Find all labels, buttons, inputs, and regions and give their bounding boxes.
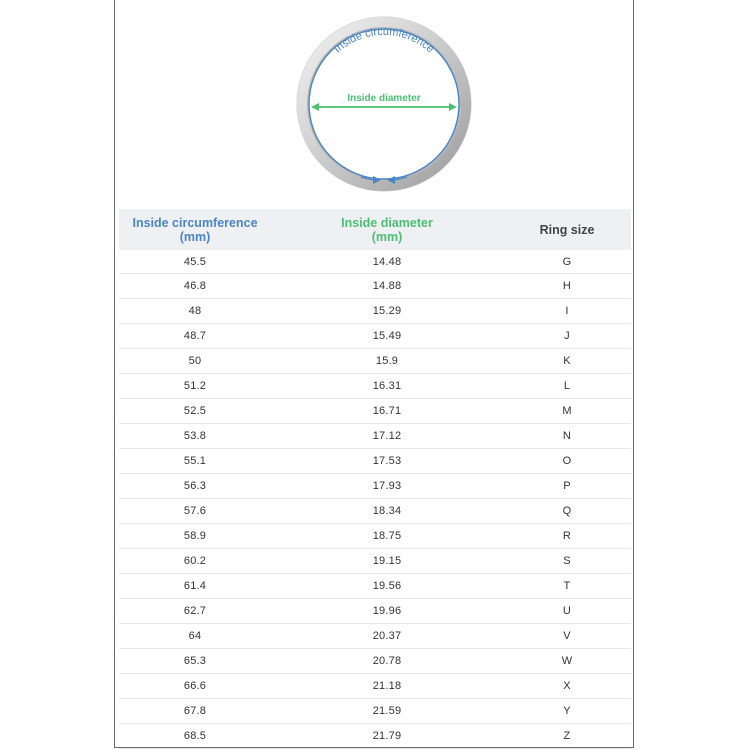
table-row: 64 20.37 V	[119, 623, 631, 649]
cell-ring-size: P	[503, 473, 631, 499]
ring-size-chart: Inside diameter Inside circumference Ins…	[114, 0, 635, 749]
table-row: 67.8 21.59 Y	[119, 698, 631, 724]
header-row: Inside circumference (mm) Inside diamete…	[119, 209, 631, 250]
header-ring-size: Ring size	[503, 209, 631, 250]
header-circumference: Inside circumference (mm)	[119, 209, 271, 250]
table-row: 46.8 14.88 H	[119, 273, 631, 299]
table-body: 45.5 14.48 G 46.8 14.88 H 48 15.29 I 48.7 15.49 J 50…	[119, 250, 631, 749]
table-row: 50 15.9 K	[119, 348, 631, 374]
cell-ring-size: Y	[503, 698, 631, 724]
cell-diameter: 18.75	[271, 523, 503, 549]
cell-circumference: 51.2	[119, 373, 271, 399]
ring-size-table: Inside circumference (mm) Inside diamete…	[119, 209, 631, 749]
cell-circumference: 48.7	[119, 323, 271, 349]
cell-diameter: 15.9	[271, 348, 503, 374]
table-row: 48.7 15.49 J	[119, 323, 631, 349]
cell-diameter: 20.37	[271, 623, 503, 649]
cell-diameter: 14.88	[271, 273, 503, 299]
table-row: 48 15.29 I	[119, 298, 631, 324]
cell-diameter: 16.71	[271, 398, 503, 424]
table-row: 62.7 19.96 U	[119, 598, 631, 624]
cell-ring-size: G	[503, 250, 631, 274]
cell-ring-size: R	[503, 523, 631, 549]
cell-circumference: 65.3	[119, 648, 271, 674]
cell-diameter: 21.18	[271, 673, 503, 699]
header-diameter-line2: (mm)	[371, 229, 403, 244]
cell-ring-size: T	[503, 573, 631, 599]
cell-diameter: 17.53	[271, 448, 503, 474]
cell-diameter: 21.79	[271, 723, 503, 749]
cell-ring-size: W	[503, 648, 631, 674]
cell-diameter: 20.78	[271, 648, 503, 674]
cell-ring-size: O	[503, 448, 631, 474]
inside-circumference-circle	[308, 28, 460, 180]
cell-circumference: 53.8	[119, 423, 271, 449]
table-header: Inside circumference (mm) Inside diamete…	[119, 209, 631, 250]
cell-circumference: 64	[119, 623, 271, 649]
cell-ring-size: I	[503, 298, 631, 324]
cell-ring-size: S	[503, 548, 631, 574]
table-row: 56.3 17.93 P	[119, 473, 631, 499]
cell-circumference: 66.6	[119, 673, 271, 699]
table-row: 66.6 21.18 X	[119, 673, 631, 699]
cell-ring-size: H	[503, 273, 631, 299]
ring-band	[297, 17, 471, 191]
header-circumference-line2: (mm)	[179, 229, 211, 244]
ring-size-table-container: Inside circumference (mm) Inside diamete…	[119, 209, 631, 749]
table-row: 51.2 16.31 L	[119, 373, 631, 399]
cell-diameter: 17.93	[271, 473, 503, 499]
cell-circumference: 58.9	[119, 523, 271, 549]
cell-circumference: 67.8	[119, 698, 271, 724]
cell-circumference: 55.1	[119, 448, 271, 474]
cell-diameter: 18.34	[271, 498, 503, 524]
cell-diameter: 15.29	[271, 298, 503, 324]
cell-circumference: 56.3	[119, 473, 271, 499]
table-row: 65.3 20.78 W	[119, 648, 631, 674]
cell-ring-size: U	[503, 598, 631, 624]
cell-circumference: 46.8	[119, 273, 271, 299]
cell-ring-size: X	[503, 673, 631, 699]
cell-ring-size: N	[503, 423, 631, 449]
cell-circumference: 61.4	[119, 573, 271, 599]
cell-ring-size: M	[503, 398, 631, 424]
table-row: 55.1 17.53 O	[119, 448, 631, 474]
cell-circumference: 62.7	[119, 598, 271, 624]
cell-ring-size: K	[503, 348, 631, 374]
cell-circumference: 48	[119, 298, 271, 324]
cell-ring-size: Z	[503, 723, 631, 749]
table-row: 68.5 21.79 Z	[119, 723, 631, 749]
table-row: 45.5 14.48 G	[119, 250, 631, 274]
cell-ring-size: V	[503, 623, 631, 649]
header-diameter-line1: Inside diameter	[341, 215, 433, 230]
diameter-label: Inside diameter	[347, 93, 420, 104]
cell-diameter: 15.49	[271, 323, 503, 349]
cell-circumference: 52.5	[119, 398, 271, 424]
table-row: 52.5 16.71 M	[119, 398, 631, 424]
cell-circumference: 45.5	[119, 250, 271, 274]
cell-diameter: 17.12	[271, 423, 503, 449]
cell-ring-size: L	[503, 373, 631, 399]
table-row: 60.2 19.15 S	[119, 548, 631, 574]
ring-diagram: Inside diameter Inside circumference	[115, 0, 635, 208]
cell-diameter: 14.48	[271, 250, 503, 274]
header-circumference-line1: Inside circumference	[132, 215, 258, 230]
cell-ring-size: J	[503, 323, 631, 349]
ring-illustration: Inside diameter Inside circumference	[296, 16, 472, 192]
cell-diameter: 21.59	[271, 698, 503, 724]
cell-ring-size: Q	[503, 498, 631, 524]
cell-circumference: 60.2	[119, 548, 271, 574]
cell-circumference: 57.6	[119, 498, 271, 524]
cell-circumference: 50	[119, 348, 271, 374]
cell-diameter: 19.15	[271, 548, 503, 574]
table-row: 61.4 19.56 T	[119, 573, 631, 599]
table-row: 58.9 18.75 R	[119, 523, 631, 549]
cell-diameter: 19.56	[271, 573, 503, 599]
table-row: 57.6 18.34 Q	[119, 498, 631, 524]
header-diameter: Inside diameter (mm)	[271, 209, 503, 250]
cell-diameter: 16.31	[271, 373, 503, 399]
cell-circumference: 68.5	[119, 723, 271, 749]
cell-diameter: 19.96	[271, 598, 503, 624]
table-row: 53.8 17.12 N	[119, 423, 631, 449]
